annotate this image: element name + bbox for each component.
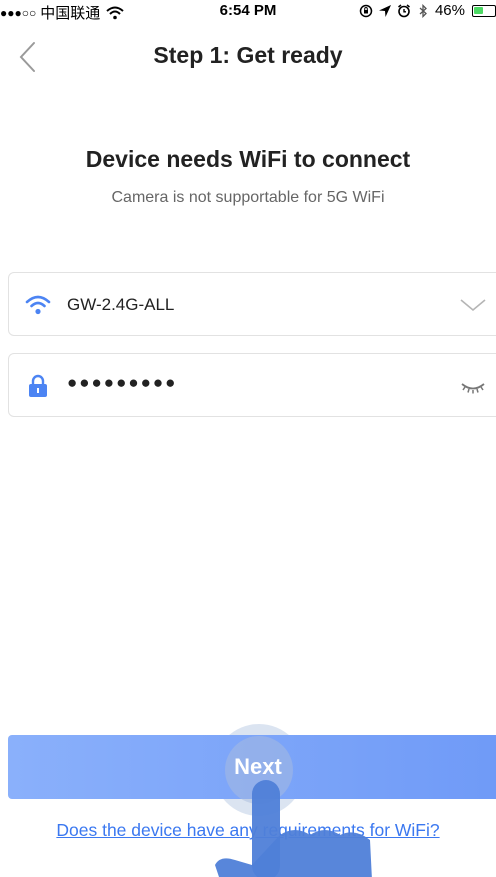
wifi-password-value: ●●●●●●●●● <box>67 373 178 392</box>
battery-percent: 46% <box>434 2 465 19</box>
hand-pointer-icon <box>215 780 372 877</box>
battery-icon <box>472 4 496 17</box>
status-bar: ●●●○○ 中国联通 6:54 PM 46% <box>0 0 496 24</box>
alarm-icon <box>398 3 410 17</box>
wifi-password-field[interactable]: ●●●●●●●●● <box>8 353 496 417</box>
lock-icon <box>29 374 47 397</box>
subline: Camera is not supportable for 5G WiFi <box>111 189 385 206</box>
wifi-icon <box>25 295 51 315</box>
screen: ●●●○○ 中国联通 6:54 PM 46% Step 1: Get ready… <box>0 0 496 877</box>
status-right: 46% <box>359 2 496 19</box>
location-icon <box>378 4 391 17</box>
navigation-bar: Step 1: Get ready <box>0 28 496 86</box>
battery-fill <box>474 6 483 14</box>
rotation-lock-icon <box>359 4 373 17</box>
page-title: Step 1: Get ready <box>153 42 343 68</box>
bluetooth-icon <box>419 3 427 18</box>
headline: Device needs WiFi to connect <box>85 146 411 172</box>
next-button-label: Next <box>234 754 282 779</box>
wifi-network-name: GW-2.4G-ALL <box>67 295 175 314</box>
eye-closed-icon[interactable] <box>459 376 487 396</box>
wifi-network-field[interactable]: GW-2.4G-ALL <box>8 272 496 336</box>
chevron-down-icon[interactable] <box>459 295 487 315</box>
